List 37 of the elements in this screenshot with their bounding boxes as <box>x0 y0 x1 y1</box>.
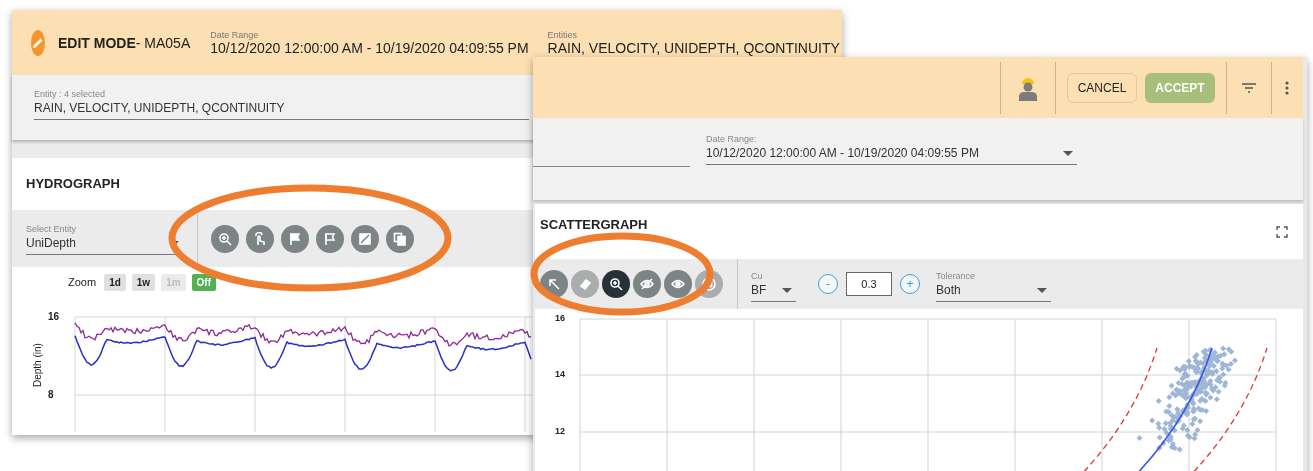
hydrograph-title: HYDROGRAPH <box>25 175 121 193</box>
eye-icon <box>671 277 685 291</box>
cancel-button[interactable]: CANCEL <box>1067 72 1137 103</box>
zoom-range-button[interactable]: 1w <box>131 273 156 291</box>
arrow-icon <box>547 277 561 291</box>
zoom-label: Zoom <box>68 276 97 288</box>
y-tick-label: 8 <box>48 389 54 400</box>
arrow-icon <box>702 277 716 291</box>
select-entity-dropdown[interactable]: Select Entity UniDepth <box>26 224 183 255</box>
eye-off-icon <box>640 277 654 291</box>
y-tick-label: 14 <box>555 369 565 379</box>
y-tick-label: 16 <box>555 313 565 323</box>
flag-icon <box>288 231 302 246</box>
date-range-label: Date Range <box>210 29 260 40</box>
scattergraph-title: SCATTERGRAPH <box>539 216 648 234</box>
zoom-range-button[interactable]: 1d <box>104 273 126 291</box>
entities-value: RAIN, VELOCITY, UNIDEPTH, QCONTINUITY <box>547 39 840 56</box>
entities-label: Entities <box>547 29 579 40</box>
date-range-value: 10/12/2020 12:00:00 AM - 10/19/2020 04:09:55 PM <box>210 39 529 56</box>
pencil-icon[interactable] <box>31 29 45 56</box>
date-range-dropdown[interactable]: Date Range: 10/12/2020 12:00:00 AM - 10/19/2020 04:09:55 PM <box>706 134 1077 165</box>
hand-tap-icon <box>253 231 267 246</box>
filter-icon[interactable] <box>1241 81 1257 94</box>
edit-mode-title: EDIT MODE- MA05A <box>58 34 191 51</box>
image-icon <box>358 231 372 246</box>
flag-outline-icon <box>323 231 337 246</box>
zoom-in-icon <box>609 277 623 291</box>
curve-dropdown[interactable]: Cu BF <box>751 270 796 302</box>
copy-icon <box>393 231 407 246</box>
step-input[interactable]: 0.3 <box>846 272 892 296</box>
more-options-icon[interactable] <box>1285 80 1289 95</box>
y-tick-label: 12 <box>555 426 565 436</box>
tolerance-dropdown[interactable]: Tolerance Both <box>936 270 1051 302</box>
fullscreen-icon[interactable] <box>1276 225 1288 238</box>
y-axis-label: Depth (in) <box>32 343 43 387</box>
y-tick-label: 16 <box>48 311 60 322</box>
zoom-in-icon <box>218 231 232 246</box>
